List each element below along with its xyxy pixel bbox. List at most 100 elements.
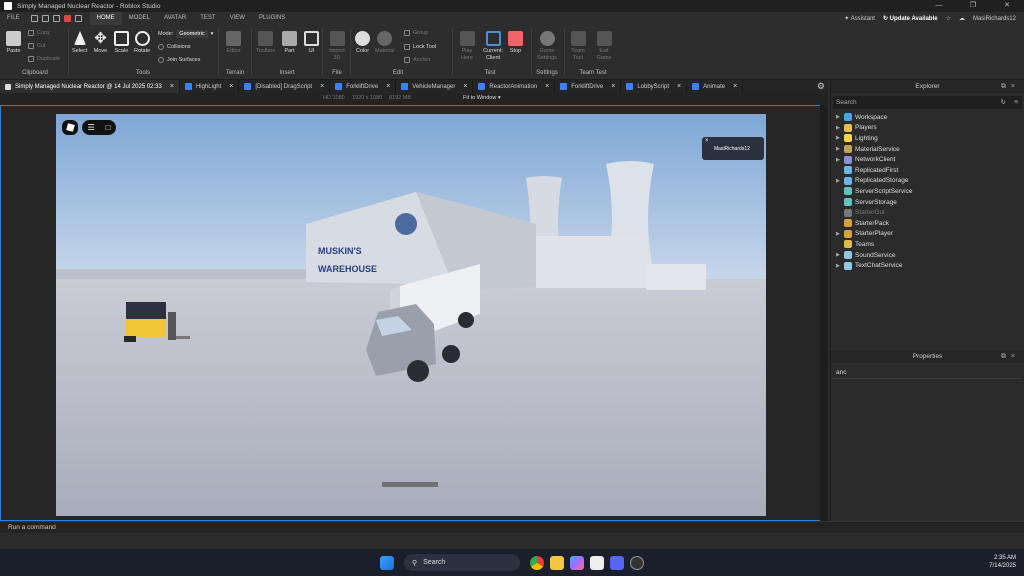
explorer-item[interactable]: ▶ Players: [831, 123, 1024, 134]
import-3d-button[interactable]: Import 3D: [328, 31, 346, 62]
toolbox-button[interactable]: Toolbox: [256, 31, 275, 55]
pin-icon[interactable]: ⧉: [1001, 83, 1011, 90]
tab-script[interactable]: [Disabled] DragScript ×: [239, 80, 331, 93]
close-icon[interactable]: ×: [463, 83, 467, 90]
ui-button[interactable]: UI: [304, 31, 319, 55]
tab-script[interactable]: ForkliftDrive ×: [330, 80, 397, 93]
exit-game-button[interactable]: Exit Game: [595, 31, 613, 62]
tab-model[interactable]: MODEL: [122, 12, 157, 25]
undo-icon[interactable]: [74, 15, 82, 22]
discord-icon[interactable]: [610, 555, 624, 570]
explorer-item[interactable]: ServerScriptService: [831, 186, 1024, 197]
rotate-tool-button[interactable]: Rotate: [134, 31, 150, 55]
assistant-button[interactable]: ✦ Assistant: [844, 15, 875, 22]
expand-arrow-icon[interactable]: ▶: [836, 146, 844, 152]
explorer-item[interactable]: ▶ StarterPlayer: [831, 229, 1024, 240]
tab-view[interactable]: VIEW: [223, 12, 252, 25]
roblox-menu-button[interactable]: [62, 120, 78, 135]
file-menu[interactable]: FILE: [0, 12, 27, 25]
close-icon[interactable]: ×: [170, 83, 174, 90]
tab-script[interactable]: Animate ×: [687, 80, 744, 93]
chat-icon[interactable]: □: [106, 123, 111, 132]
explorer-item[interactable]: ▶ MaterialService: [831, 144, 1024, 155]
close-icon[interactable]: ×: [1011, 83, 1020, 90]
mode-dropdown[interactable]: Mode: Geometric ▾: [158, 30, 213, 38]
taskbar-search[interactable]: ⚲ Search: [404, 554, 520, 571]
file-explorer-icon[interactable]: [550, 555, 564, 570]
select-tool-button[interactable]: Select: [72, 31, 87, 55]
tab-script[interactable]: VehicleManager ×: [396, 80, 474, 93]
explorer-item[interactable]: ▶ TextChatService: [831, 260, 1024, 271]
tab-script[interactable]: ForkliftDrive ×: [555, 80, 622, 93]
github-icon[interactable]: [630, 555, 644, 570]
tab-script[interactable]: LobbyScript ×: [621, 80, 688, 93]
explorer-item[interactable]: Teams: [831, 239, 1024, 250]
expand-arrow-icon[interactable]: ▶: [836, 231, 844, 237]
user-name[interactable]: MasiRichards12: [973, 16, 1016, 22]
tab-script[interactable]: ReactorAnimation ×: [473, 80, 556, 93]
explorer-item[interactable]: ▶ SoundService: [831, 250, 1024, 261]
explorer-item[interactable]: ReplicatedFirst: [831, 165, 1024, 176]
part-button[interactable]: Part: [282, 31, 297, 55]
expand-arrow-icon[interactable]: ▶: [836, 252, 844, 258]
anchor-button[interactable]: Anchor: [404, 57, 430, 63]
close-icon[interactable]: ×: [545, 83, 549, 90]
explorer-item[interactable]: StarterPack: [831, 218, 1024, 229]
gear-icon[interactable]: ⚙: [817, 81, 825, 92]
menu-icon[interactable]: ≡: [1014, 96, 1018, 109]
maximize-icon[interactable]: ❐: [956, 0, 990, 12]
close-icon[interactable]: ×: [229, 83, 233, 90]
explorer-item[interactable]: StarterGui: [831, 207, 1024, 218]
lock-tool-button[interactable]: Lock Tool: [404, 44, 436, 50]
close-icon[interactable]: ×: [386, 83, 390, 90]
stop-button[interactable]: Stop: [508, 31, 523, 55]
close-icon[interactable]: ✕: [990, 0, 1024, 12]
tab-avatar[interactable]: AVATAR: [157, 12, 193, 25]
duplicate-button[interactable]: Duplicate: [28, 56, 60, 62]
tab-home[interactable]: HOME: [89, 12, 122, 25]
new-icon[interactable]: [41, 15, 49, 22]
close-icon[interactable]: ×: [705, 138, 709, 144]
command-bar[interactable]: Run a command: [0, 521, 1024, 533]
explorer-item[interactable]: ▶ NetworkClient: [831, 154, 1024, 165]
expand-arrow-icon[interactable]: ▶: [836, 135, 844, 141]
cut-button[interactable]: Cut: [28, 43, 46, 49]
collisions-toggle[interactable]: Collisions: [158, 44, 191, 50]
color-button[interactable]: Color: [355, 31, 370, 55]
close-icon[interactable]: ×: [320, 83, 324, 90]
copy-button[interactable]: Copy: [28, 30, 50, 36]
open-icon[interactable]: [52, 15, 60, 22]
properties-filter-input[interactable]: anc: [833, 366, 1022, 379]
expand-arrow-icon[interactable]: ▶: [836, 178, 844, 184]
close-icon[interactable]: ×: [611, 83, 615, 90]
paste-button[interactable]: Paste: [6, 31, 21, 55]
stop-icon[interactable]: [63, 15, 71, 22]
cloud-icon[interactable]: ☁: [959, 15, 965, 22]
expand-arrow-icon[interactable]: ▶: [836, 114, 844, 120]
copilot-icon[interactable]: [570, 555, 584, 570]
terrain-editor-button[interactable]: Editor: [226, 31, 241, 55]
hamburger-icon[interactable]: ☰: [87, 123, 94, 132]
join-surfaces-toggle[interactable]: Join Surfaces: [158, 57, 200, 63]
roblox-studio-icon[interactable]: [590, 555, 604, 570]
pin-icon[interactable]: ⧉: [1001, 353, 1011, 360]
game-scene[interactable]: MUSKIN'S WAREHOUSE ☰ □ × MasiRichards12: [56, 114, 766, 516]
player-list-popup[interactable]: × MasiRichards12: [702, 137, 764, 160]
share-icon[interactable]: ☆: [946, 15, 951, 22]
close-icon[interactable]: ×: [677, 83, 681, 90]
scale-tool-button[interactable]: Scale: [114, 31, 129, 55]
expand-arrow-icon[interactable]: ▶: [836, 157, 844, 163]
team-test-button[interactable]: Team Test: [569, 31, 587, 62]
play-here-button[interactable]: Play Here: [458, 31, 476, 62]
tab-plugins[interactable]: PLUGINS: [252, 12, 292, 25]
minimize-icon[interactable]: —: [922, 0, 956, 12]
explorer-item[interactable]: ▶ Workspace: [831, 112, 1024, 123]
group-button[interactable]: Group: [404, 30, 428, 36]
refresh-icon[interactable]: ↻: [1001, 96, 1006, 109]
close-icon[interactable]: ×: [1011, 353, 1020, 360]
move-tool-button[interactable]: ✥ Move: [93, 31, 108, 55]
system-clock[interactable]: 2:35 AM 7/14/2025: [989, 554, 1016, 570]
explorer-item[interactable]: ▶ ReplicatedStorage: [831, 176, 1024, 187]
tab-script[interactable]: HighLight ×: [180, 80, 240, 93]
chrome-icon[interactable]: [530, 555, 544, 570]
